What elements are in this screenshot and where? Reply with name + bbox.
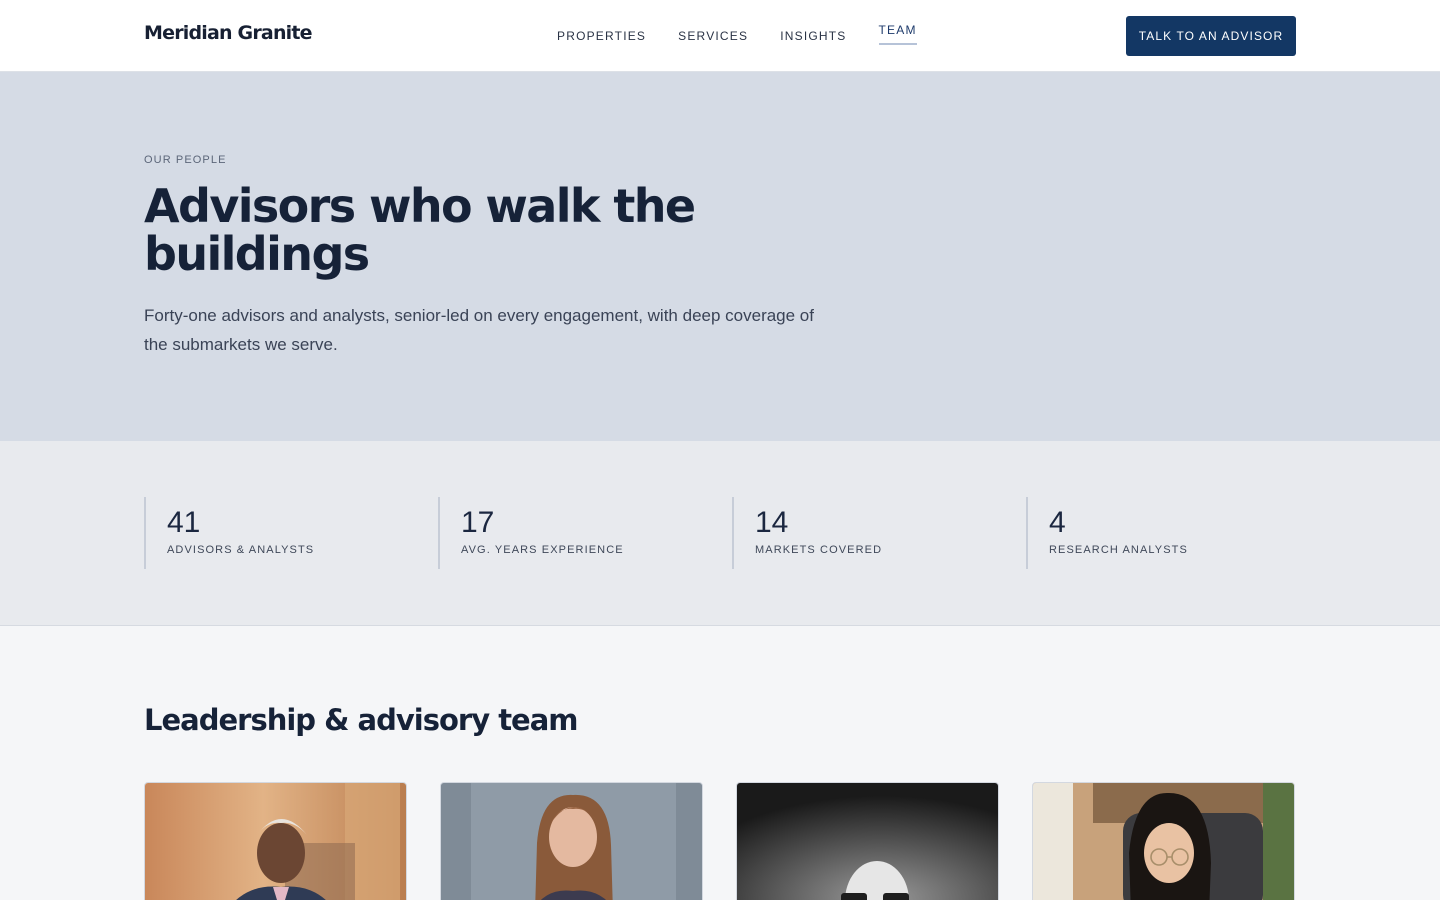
nav-services[interactable]: SERVICES [678,29,748,43]
stat-value: 17 [461,506,495,539]
team-member-photo [145,783,406,900]
stat-label: MARKETS COVERED [755,544,883,556]
nav-properties[interactable]: PROPERTIES [557,29,646,43]
hero-eyebrow: OUR PEOPLE [144,154,227,166]
stat-value: 14 [755,506,789,539]
logo[interactable]: Meridian Granite [144,22,313,44]
hero-section: OUR PEOPLE Advisors who walk the buildin… [0,72,1440,441]
page-title: Advisors who walk the buildings [144,179,696,281]
team-member-photo [441,783,702,900]
team-section-title: Leadership & advisory team [144,703,579,737]
stat-value: 41 [167,506,201,539]
stat-markets: 14 MARKETS COVERED [732,497,882,569]
stat-value: 4 [1049,506,1066,539]
nav-team[interactable]: TEAM [878,23,917,45]
stat-label: RESEARCH ANALYSTS [1049,544,1188,556]
hero-subtitle: Forty-one advisors and analysts, senior-… [144,306,814,354]
team-member-photo [737,783,998,900]
stats-section: 41 ADVISORS & ANALYSTS 17 AVG. YEARS EXP… [0,441,1440,626]
team-member-card[interactable] [1032,782,1295,900]
team-member-card[interactable] [144,782,407,900]
stat-advisors: 41 ADVISORS & ANALYSTS [144,497,314,569]
main-nav: PROPERTIES SERVICES INSIGHTS TEAM [557,0,949,72]
stat-label: AVG. YEARS EXPERIENCE [461,544,624,556]
talk-to-advisor-button[interactable]: TALK TO AN ADVISOR [1126,16,1296,56]
stat-research: 4 RESEARCH ANALYSTS [1026,497,1188,569]
team-member-card[interactable] [440,782,703,900]
nav-insights[interactable]: INSIGHTS [780,29,846,43]
team-member-photo [1033,783,1294,900]
stat-label: ADVISORS & ANALYSTS [167,544,315,556]
stat-experience: 17 AVG. YEARS EXPERIENCE [438,497,624,569]
site-header: Meridian Granite PROPERTIES SERVICES INS… [0,0,1440,72]
team-member-card[interactable] [736,782,999,900]
